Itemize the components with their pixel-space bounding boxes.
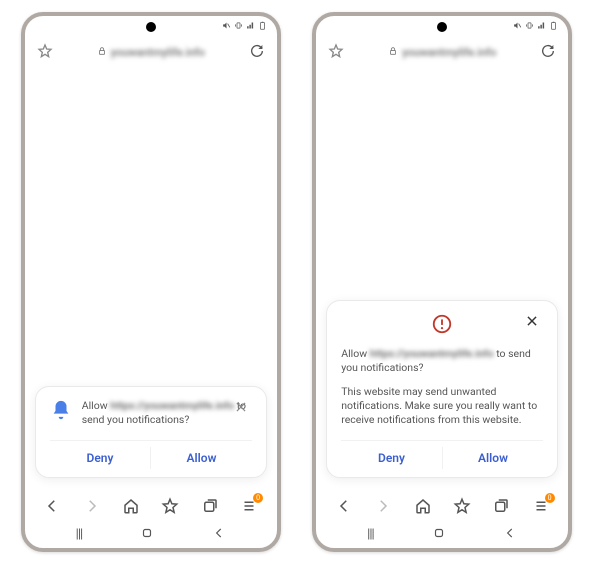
url-display[interactable]: youwantmylife.info — [63, 46, 239, 59]
browser-toolbar: 0 — [316, 488, 568, 524]
volume-button — [279, 146, 281, 201]
menu-badge: 0 — [253, 493, 263, 503]
prompt-warning-text: This website may send unwanted notificat… — [341, 385, 543, 428]
prompt-message: Allow https://youwantmylife.info to send… — [82, 399, 252, 427]
back-button[interactable] — [43, 497, 61, 515]
system-gesture-bar: ||| — [316, 524, 568, 548]
volume-mute-icon — [222, 21, 231, 32]
phone-mockup-right: youwantmylife.info Allow https://youwant… — [312, 12, 572, 552]
menu-badge: 0 — [545, 493, 555, 503]
bell-icon — [50, 399, 72, 425]
menu-button[interactable]: 0 — [240, 497, 258, 515]
notification-permission-prompt: Allow https://youwantmylife.info to send… — [35, 386, 267, 477]
recent-apps-button[interactable]: ||| — [76, 527, 83, 542]
power-button — [570, 216, 572, 246]
page-content: Allow https://youwantmylife.info to send… — [25, 68, 277, 488]
url-text: youwantmylife.info — [402, 46, 496, 59]
reload-icon[interactable] — [540, 43, 556, 63]
close-icon[interactable] — [234, 399, 252, 417]
battery-icon — [549, 21, 558, 32]
lock-icon — [97, 46, 107, 59]
volume-mute-icon — [513, 21, 522, 32]
bookmarks-button[interactable] — [453, 497, 471, 515]
front-camera — [146, 22, 156, 32]
warning-icon — [431, 313, 453, 339]
signal-icon — [246, 21, 255, 32]
url-display[interactable]: youwantmylife.info — [354, 46, 530, 59]
back-button[interactable] — [335, 497, 353, 515]
browser-toolbar: 0 — [25, 488, 277, 524]
page-content: Allow https://youwantmylife.info to send… — [316, 68, 568, 488]
allow-button[interactable]: Allow — [443, 441, 544, 471]
notification-permission-prompt-expanded: Allow https://youwantmylife.info to send… — [326, 300, 558, 478]
back-gesture-button[interactable] — [212, 525, 226, 544]
prompt-buttons: Deny Allow — [50, 440, 252, 471]
power-button — [279, 216, 281, 246]
recent-apps-button[interactable]: ||| — [367, 527, 374, 542]
close-icon[interactable] — [525, 313, 543, 331]
menu-button[interactable]: 0 — [532, 497, 550, 515]
volume-button — [570, 146, 572, 201]
signal-icon — [537, 21, 546, 32]
forward-button[interactable] — [374, 497, 392, 515]
home-gesture-button[interactable] — [140, 525, 154, 544]
back-gesture-button[interactable] — [503, 525, 517, 544]
home-gesture-button[interactable] — [432, 525, 446, 544]
vibrate-icon — [525, 21, 534, 32]
prompt-message: Allow https://youwantmylife.info to send… — [341, 347, 543, 375]
address-bar: youwantmylife.info — [316, 38, 568, 68]
allow-button[interactable]: Allow — [151, 441, 252, 471]
prompt-buttons: Deny Allow — [341, 440, 543, 471]
home-button[interactable] — [414, 497, 432, 515]
forward-button[interactable] — [83, 497, 101, 515]
url-text: youwantmylife.info — [111, 46, 205, 59]
home-button[interactable] — [122, 497, 140, 515]
battery-icon — [258, 21, 267, 32]
bookmarks-button[interactable] — [161, 497, 179, 515]
system-gesture-bar: ||| — [25, 524, 277, 548]
reload-icon[interactable] — [249, 43, 265, 63]
tabs-button[interactable] — [201, 497, 219, 515]
deny-button[interactable]: Deny — [50, 441, 151, 471]
tabs-button[interactable] — [492, 497, 510, 515]
address-bar: youwantmylife.info — [25, 38, 277, 68]
phone-mockup-left: youwantmylife.info Allow https://youwant… — [21, 12, 281, 552]
bookmark-star-icon[interactable] — [328, 43, 344, 63]
front-camera — [437, 22, 447, 32]
bookmark-star-icon[interactable] — [37, 43, 53, 63]
deny-button[interactable]: Deny — [341, 441, 442, 471]
vibrate-icon — [234, 21, 243, 32]
lock-icon — [388, 46, 398, 59]
